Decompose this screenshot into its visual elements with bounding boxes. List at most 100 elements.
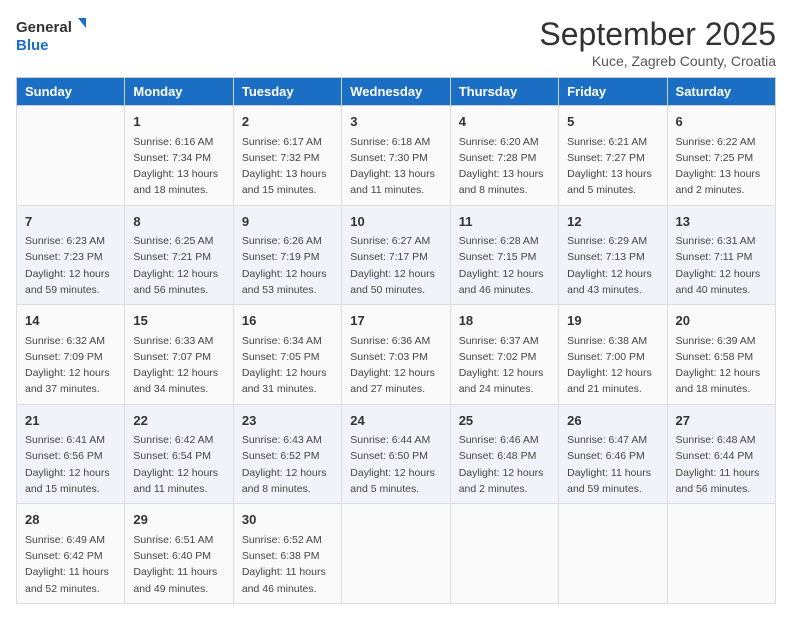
- day-number: 21: [25, 411, 116, 431]
- day-number: 23: [242, 411, 333, 431]
- day-info: Sunrise: 6:18 AMSunset: 7:30 PMDaylight:…: [350, 134, 441, 199]
- calendar-table: SundayMondayTuesdayWednesdayThursdayFrid…: [16, 77, 776, 604]
- day-number: 5: [567, 112, 658, 132]
- day-cell: 7Sunrise: 6:23 AMSunset: 7:23 PMDaylight…: [17, 205, 125, 305]
- day-number: 3: [350, 112, 441, 132]
- day-info: Sunrise: 6:21 AMSunset: 7:27 PMDaylight:…: [567, 134, 658, 199]
- day-info: Sunrise: 6:33 AMSunset: 7:07 PMDaylight:…: [133, 333, 224, 398]
- day-info: Sunrise: 6:38 AMSunset: 7:00 PMDaylight:…: [567, 333, 658, 398]
- day-info: Sunrise: 6:37 AMSunset: 7:02 PMDaylight:…: [459, 333, 550, 398]
- day-number: 9: [242, 212, 333, 232]
- day-cell: 30Sunrise: 6:52 AMSunset: 6:38 PMDayligh…: [233, 504, 341, 604]
- day-number: 15: [133, 311, 224, 331]
- day-number: 6: [676, 112, 767, 132]
- week-row-5: 28Sunrise: 6:49 AMSunset: 6:42 PMDayligh…: [17, 504, 776, 604]
- day-cell: 10Sunrise: 6:27 AMSunset: 7:17 PMDayligh…: [342, 205, 450, 305]
- column-header-monday: Monday: [125, 78, 233, 106]
- day-info: Sunrise: 6:26 AMSunset: 7:19 PMDaylight:…: [242, 233, 333, 298]
- day-number: 1: [133, 112, 224, 132]
- day-cell: 14Sunrise: 6:32 AMSunset: 7:09 PMDayligh…: [17, 305, 125, 405]
- column-header-saturday: Saturday: [667, 78, 775, 106]
- column-header-friday: Friday: [559, 78, 667, 106]
- day-number: 24: [350, 411, 441, 431]
- day-number: 4: [459, 112, 550, 132]
- day-cell: 17Sunrise: 6:36 AMSunset: 7:03 PMDayligh…: [342, 305, 450, 405]
- svg-text:General: General: [16, 19, 72, 36]
- day-cell: [559, 504, 667, 604]
- day-info: Sunrise: 6:23 AMSunset: 7:23 PMDaylight:…: [25, 233, 116, 298]
- general-blue-logo: General Blue: [16, 16, 86, 60]
- day-number: 19: [567, 311, 658, 331]
- day-info: Sunrise: 6:36 AMSunset: 7:03 PMDaylight:…: [350, 333, 441, 398]
- day-number: 16: [242, 311, 333, 331]
- day-cell: 15Sunrise: 6:33 AMSunset: 7:07 PMDayligh…: [125, 305, 233, 405]
- logo: General Blue: [16, 16, 86, 60]
- day-cell: [667, 504, 775, 604]
- day-number: 20: [676, 311, 767, 331]
- day-info: Sunrise: 6:16 AMSunset: 7:34 PMDaylight:…: [133, 134, 224, 199]
- day-cell: 29Sunrise: 6:51 AMSunset: 6:40 PMDayligh…: [125, 504, 233, 604]
- day-number: 22: [133, 411, 224, 431]
- day-number: 12: [567, 212, 658, 232]
- day-number: 29: [133, 510, 224, 530]
- week-row-4: 21Sunrise: 6:41 AMSunset: 6:56 PMDayligh…: [17, 404, 776, 504]
- day-info: Sunrise: 6:48 AMSunset: 6:44 PMDaylight:…: [676, 432, 767, 497]
- day-number: 27: [676, 411, 767, 431]
- day-cell: 25Sunrise: 6:46 AMSunset: 6:48 PMDayligh…: [450, 404, 558, 504]
- day-number: 14: [25, 311, 116, 331]
- day-info: Sunrise: 6:52 AMSunset: 6:38 PMDaylight:…: [242, 532, 333, 597]
- day-info: Sunrise: 6:47 AMSunset: 6:46 PMDaylight:…: [567, 432, 658, 497]
- header-row: SundayMondayTuesdayWednesdayThursdayFrid…: [17, 78, 776, 106]
- day-cell: [450, 504, 558, 604]
- day-cell: 26Sunrise: 6:47 AMSunset: 6:46 PMDayligh…: [559, 404, 667, 504]
- day-number: 8: [133, 212, 224, 232]
- day-cell: 12Sunrise: 6:29 AMSunset: 7:13 PMDayligh…: [559, 205, 667, 305]
- day-cell: 16Sunrise: 6:34 AMSunset: 7:05 PMDayligh…: [233, 305, 341, 405]
- day-cell: [17, 106, 125, 206]
- day-info: Sunrise: 6:28 AMSunset: 7:15 PMDaylight:…: [459, 233, 550, 298]
- page-header: General Blue September 2025 Kuce, Zagreb…: [16, 16, 776, 69]
- day-number: 2: [242, 112, 333, 132]
- day-number: 11: [459, 212, 550, 232]
- day-info: Sunrise: 6:39 AMSunset: 6:58 PMDaylight:…: [676, 333, 767, 398]
- column-header-tuesday: Tuesday: [233, 78, 341, 106]
- day-cell: 27Sunrise: 6:48 AMSunset: 6:44 PMDayligh…: [667, 404, 775, 504]
- day-number: 25: [459, 411, 550, 431]
- column-header-thursday: Thursday: [450, 78, 558, 106]
- day-info: Sunrise: 6:49 AMSunset: 6:42 PMDaylight:…: [25, 532, 116, 597]
- day-info: Sunrise: 6:22 AMSunset: 7:25 PMDaylight:…: [676, 134, 767, 199]
- day-cell: 19Sunrise: 6:38 AMSunset: 7:00 PMDayligh…: [559, 305, 667, 405]
- day-number: 10: [350, 212, 441, 232]
- day-cell: [342, 504, 450, 604]
- day-cell: 13Sunrise: 6:31 AMSunset: 7:11 PMDayligh…: [667, 205, 775, 305]
- day-cell: 1Sunrise: 6:16 AMSunset: 7:34 PMDaylight…: [125, 106, 233, 206]
- day-cell: 28Sunrise: 6:49 AMSunset: 6:42 PMDayligh…: [17, 504, 125, 604]
- day-cell: 18Sunrise: 6:37 AMSunset: 7:02 PMDayligh…: [450, 305, 558, 405]
- day-number: 17: [350, 311, 441, 331]
- day-info: Sunrise: 6:32 AMSunset: 7:09 PMDaylight:…: [25, 333, 116, 398]
- day-info: Sunrise: 6:42 AMSunset: 6:54 PMDaylight:…: [133, 432, 224, 497]
- day-number: 28: [25, 510, 116, 530]
- day-cell: 21Sunrise: 6:41 AMSunset: 6:56 PMDayligh…: [17, 404, 125, 504]
- day-cell: 5Sunrise: 6:21 AMSunset: 7:27 PMDaylight…: [559, 106, 667, 206]
- day-cell: 2Sunrise: 6:17 AMSunset: 7:32 PMDaylight…: [233, 106, 341, 206]
- day-cell: 24Sunrise: 6:44 AMSunset: 6:50 PMDayligh…: [342, 404, 450, 504]
- day-info: Sunrise: 6:31 AMSunset: 7:11 PMDaylight:…: [676, 233, 767, 298]
- day-info: Sunrise: 6:51 AMSunset: 6:40 PMDaylight:…: [133, 532, 224, 597]
- day-info: Sunrise: 6:46 AMSunset: 6:48 PMDaylight:…: [459, 432, 550, 497]
- column-header-wednesday: Wednesday: [342, 78, 450, 106]
- day-cell: 6Sunrise: 6:22 AMSunset: 7:25 PMDaylight…: [667, 106, 775, 206]
- column-header-sunday: Sunday: [17, 78, 125, 106]
- location-title: Kuce, Zagreb County, Croatia: [539, 53, 776, 69]
- day-number: 30: [242, 510, 333, 530]
- day-info: Sunrise: 6:25 AMSunset: 7:21 PMDaylight:…: [133, 233, 224, 298]
- day-cell: 3Sunrise: 6:18 AMSunset: 7:30 PMDaylight…: [342, 106, 450, 206]
- day-info: Sunrise: 6:43 AMSunset: 6:52 PMDaylight:…: [242, 432, 333, 497]
- day-cell: 23Sunrise: 6:43 AMSunset: 6:52 PMDayligh…: [233, 404, 341, 504]
- day-info: Sunrise: 6:41 AMSunset: 6:56 PMDaylight:…: [25, 432, 116, 497]
- title-block: September 2025 Kuce, Zagreb County, Croa…: [539, 16, 776, 69]
- day-info: Sunrise: 6:29 AMSunset: 7:13 PMDaylight:…: [567, 233, 658, 298]
- day-number: 18: [459, 311, 550, 331]
- day-cell: 4Sunrise: 6:20 AMSunset: 7:28 PMDaylight…: [450, 106, 558, 206]
- week-row-2: 7Sunrise: 6:23 AMSunset: 7:23 PMDaylight…: [17, 205, 776, 305]
